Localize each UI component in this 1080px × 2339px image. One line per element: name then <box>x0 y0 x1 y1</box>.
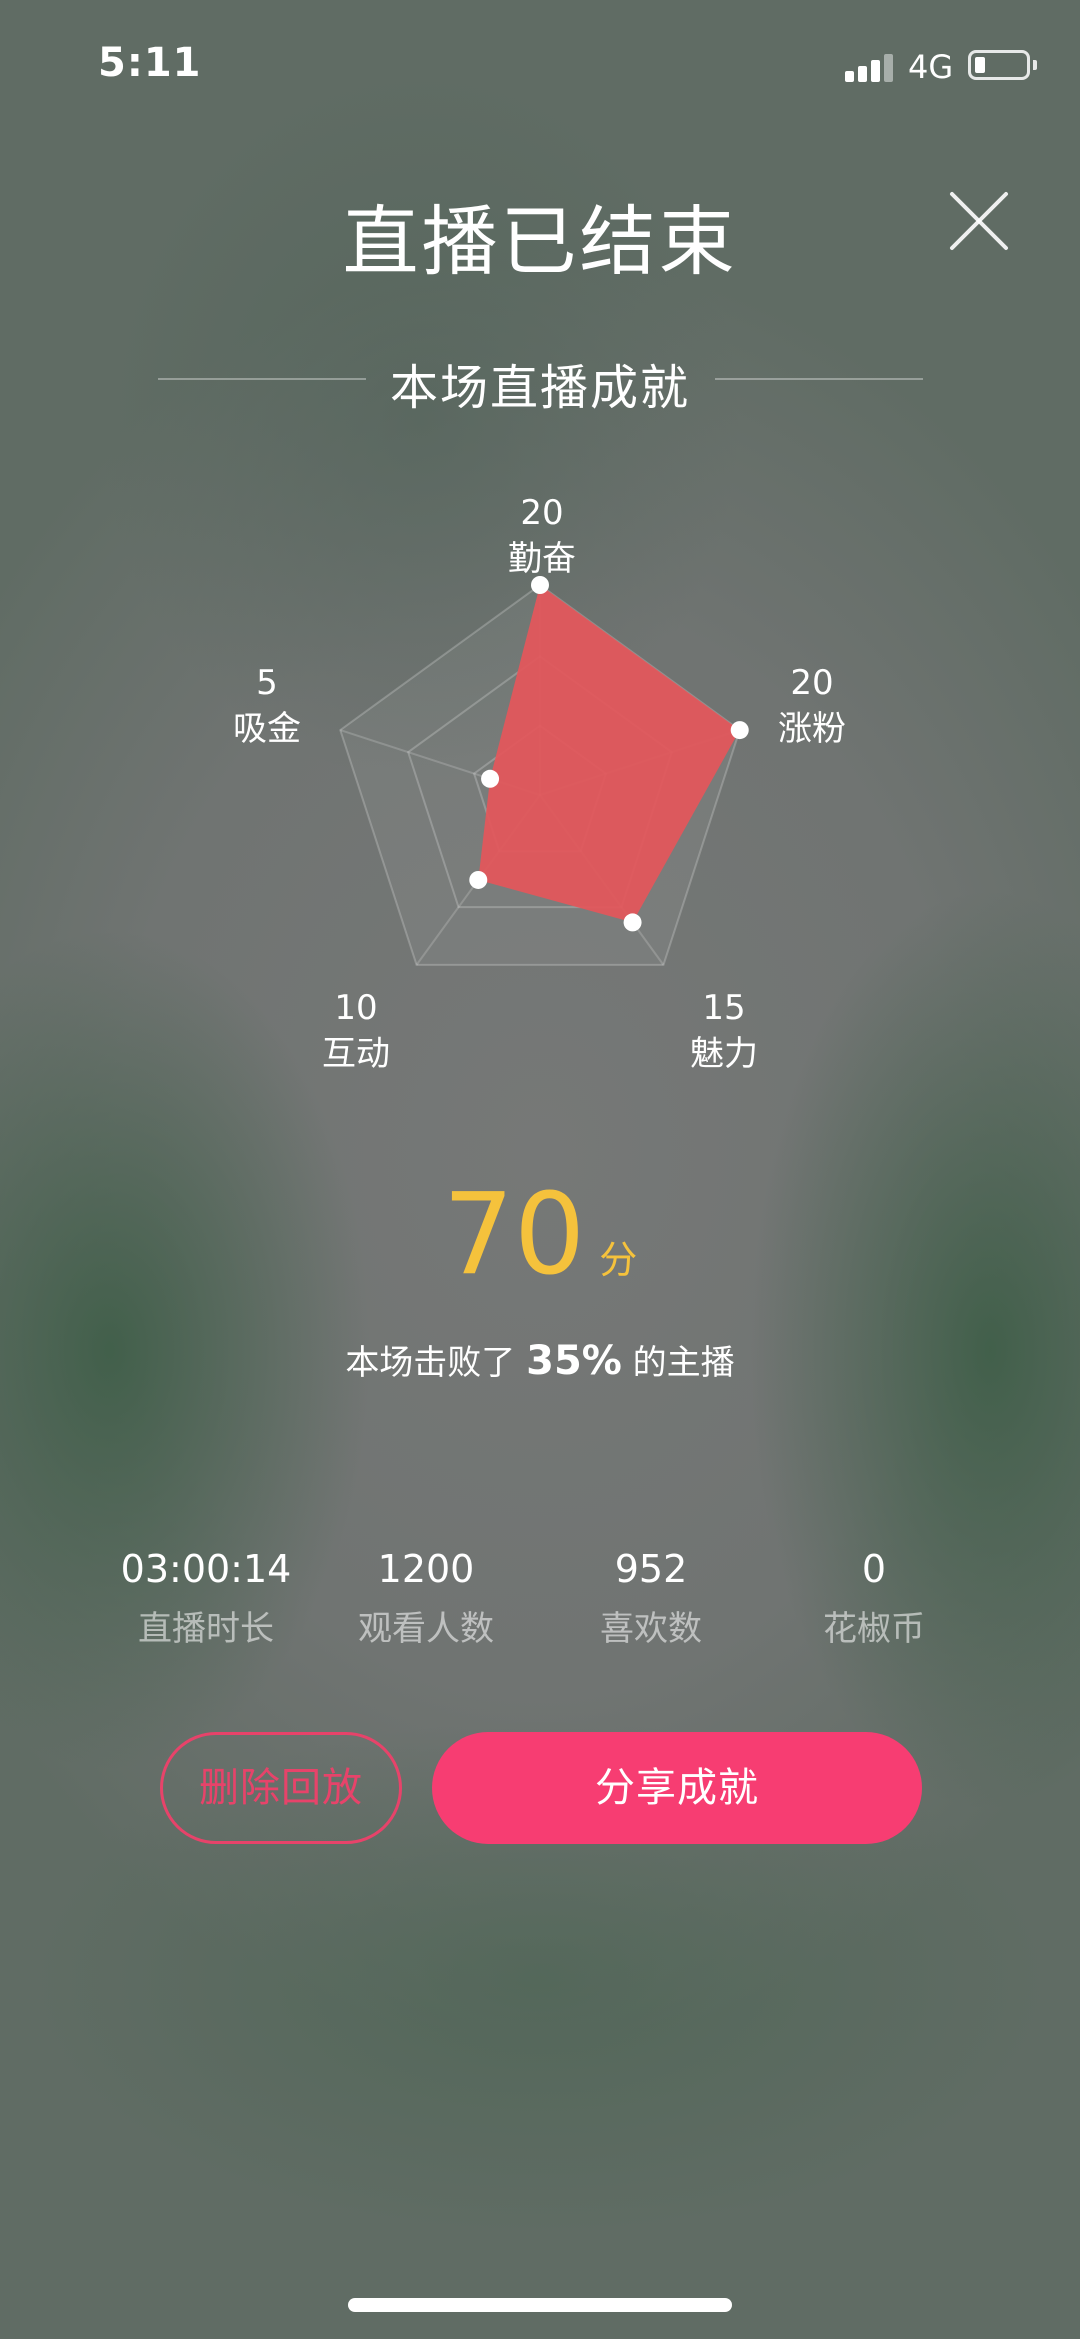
stat-viewers: 1200 观看人数 <box>306 1540 546 1656</box>
radar-label-xijin: 5 吸金 <box>177 660 357 752</box>
stat-viewers-value: 1200 <box>377 1547 475 1591</box>
beat-percentage-text: 本场击败了 35% 的主播 <box>0 1335 1080 1384</box>
stat-viewers-label: 观看人数 <box>358 1609 494 1649</box>
radar-label-meili: 15 魅力 <box>634 985 814 1077</box>
radar-name-meili: 魅力 <box>690 1034 758 1074</box>
radar-value-meili: 15 <box>702 988 746 1028</box>
score-unit: 分 <box>599 1238 638 1282</box>
radar-value-hudong: 10 <box>334 988 378 1028</box>
radar-label-hudong: 10 互动 <box>266 985 446 1077</box>
stat-duration-label: 直播时长 <box>138 1609 274 1649</box>
radar-point-xijin <box>481 769 500 788</box>
radar-label-zhangfen: 20 涨粉 <box>722 660 902 752</box>
beat-suffix: 的主播 <box>621 1343 735 1383</box>
radar-label-qinfen: 20 勤奋 <box>452 490 632 582</box>
share-achievement-button[interactable]: 分享成就 <box>432 1732 922 1844</box>
stream-stats: 03:00:14 直播时长 1200 观看人数 952 喜欢数 0 花椒币 <box>0 1540 1080 1660</box>
beat-prefix: 本场击败了 <box>345 1343 527 1383</box>
radar-name-qinfen: 勤奋 <box>508 539 576 579</box>
radar-value-zhangfen: 20 <box>790 663 834 703</box>
stat-coins-label: 花椒币 <box>823 1609 925 1649</box>
stat-duration: 03:00:14 直播时长 <box>86 1540 326 1656</box>
stat-coins-value: 0 <box>861 1547 887 1591</box>
radar-value-qinfen: 20 <box>520 493 564 533</box>
score-display: 70 分 <box>0 1170 1080 1300</box>
stat-likes: 952 喜欢数 <box>531 1540 771 1656</box>
stat-duration-value: 03:00:14 <box>120 1547 292 1591</box>
radar-value-xijin: 5 <box>256 663 278 703</box>
score-value: 70 <box>442 1170 586 1300</box>
beat-percent: 35% <box>526 1338 622 1384</box>
radar-name-hudong: 互动 <box>322 1034 390 1074</box>
home-indicator[interactable] <box>348 2298 732 2312</box>
stat-likes-label: 喜欢数 <box>600 1609 702 1649</box>
radar-name-zhangfen: 涨粉 <box>778 709 846 749</box>
radar-point-hudong <box>469 870 488 889</box>
radar-point-meili <box>623 913 642 932</box>
stat-coins: 0 花椒币 <box>754 1540 994 1656</box>
stat-likes-value: 952 <box>614 1547 688 1591</box>
radar-name-xijin: 吸金 <box>233 709 301 749</box>
delete-replay-button[interactable]: 删除回放 <box>160 1732 402 1844</box>
